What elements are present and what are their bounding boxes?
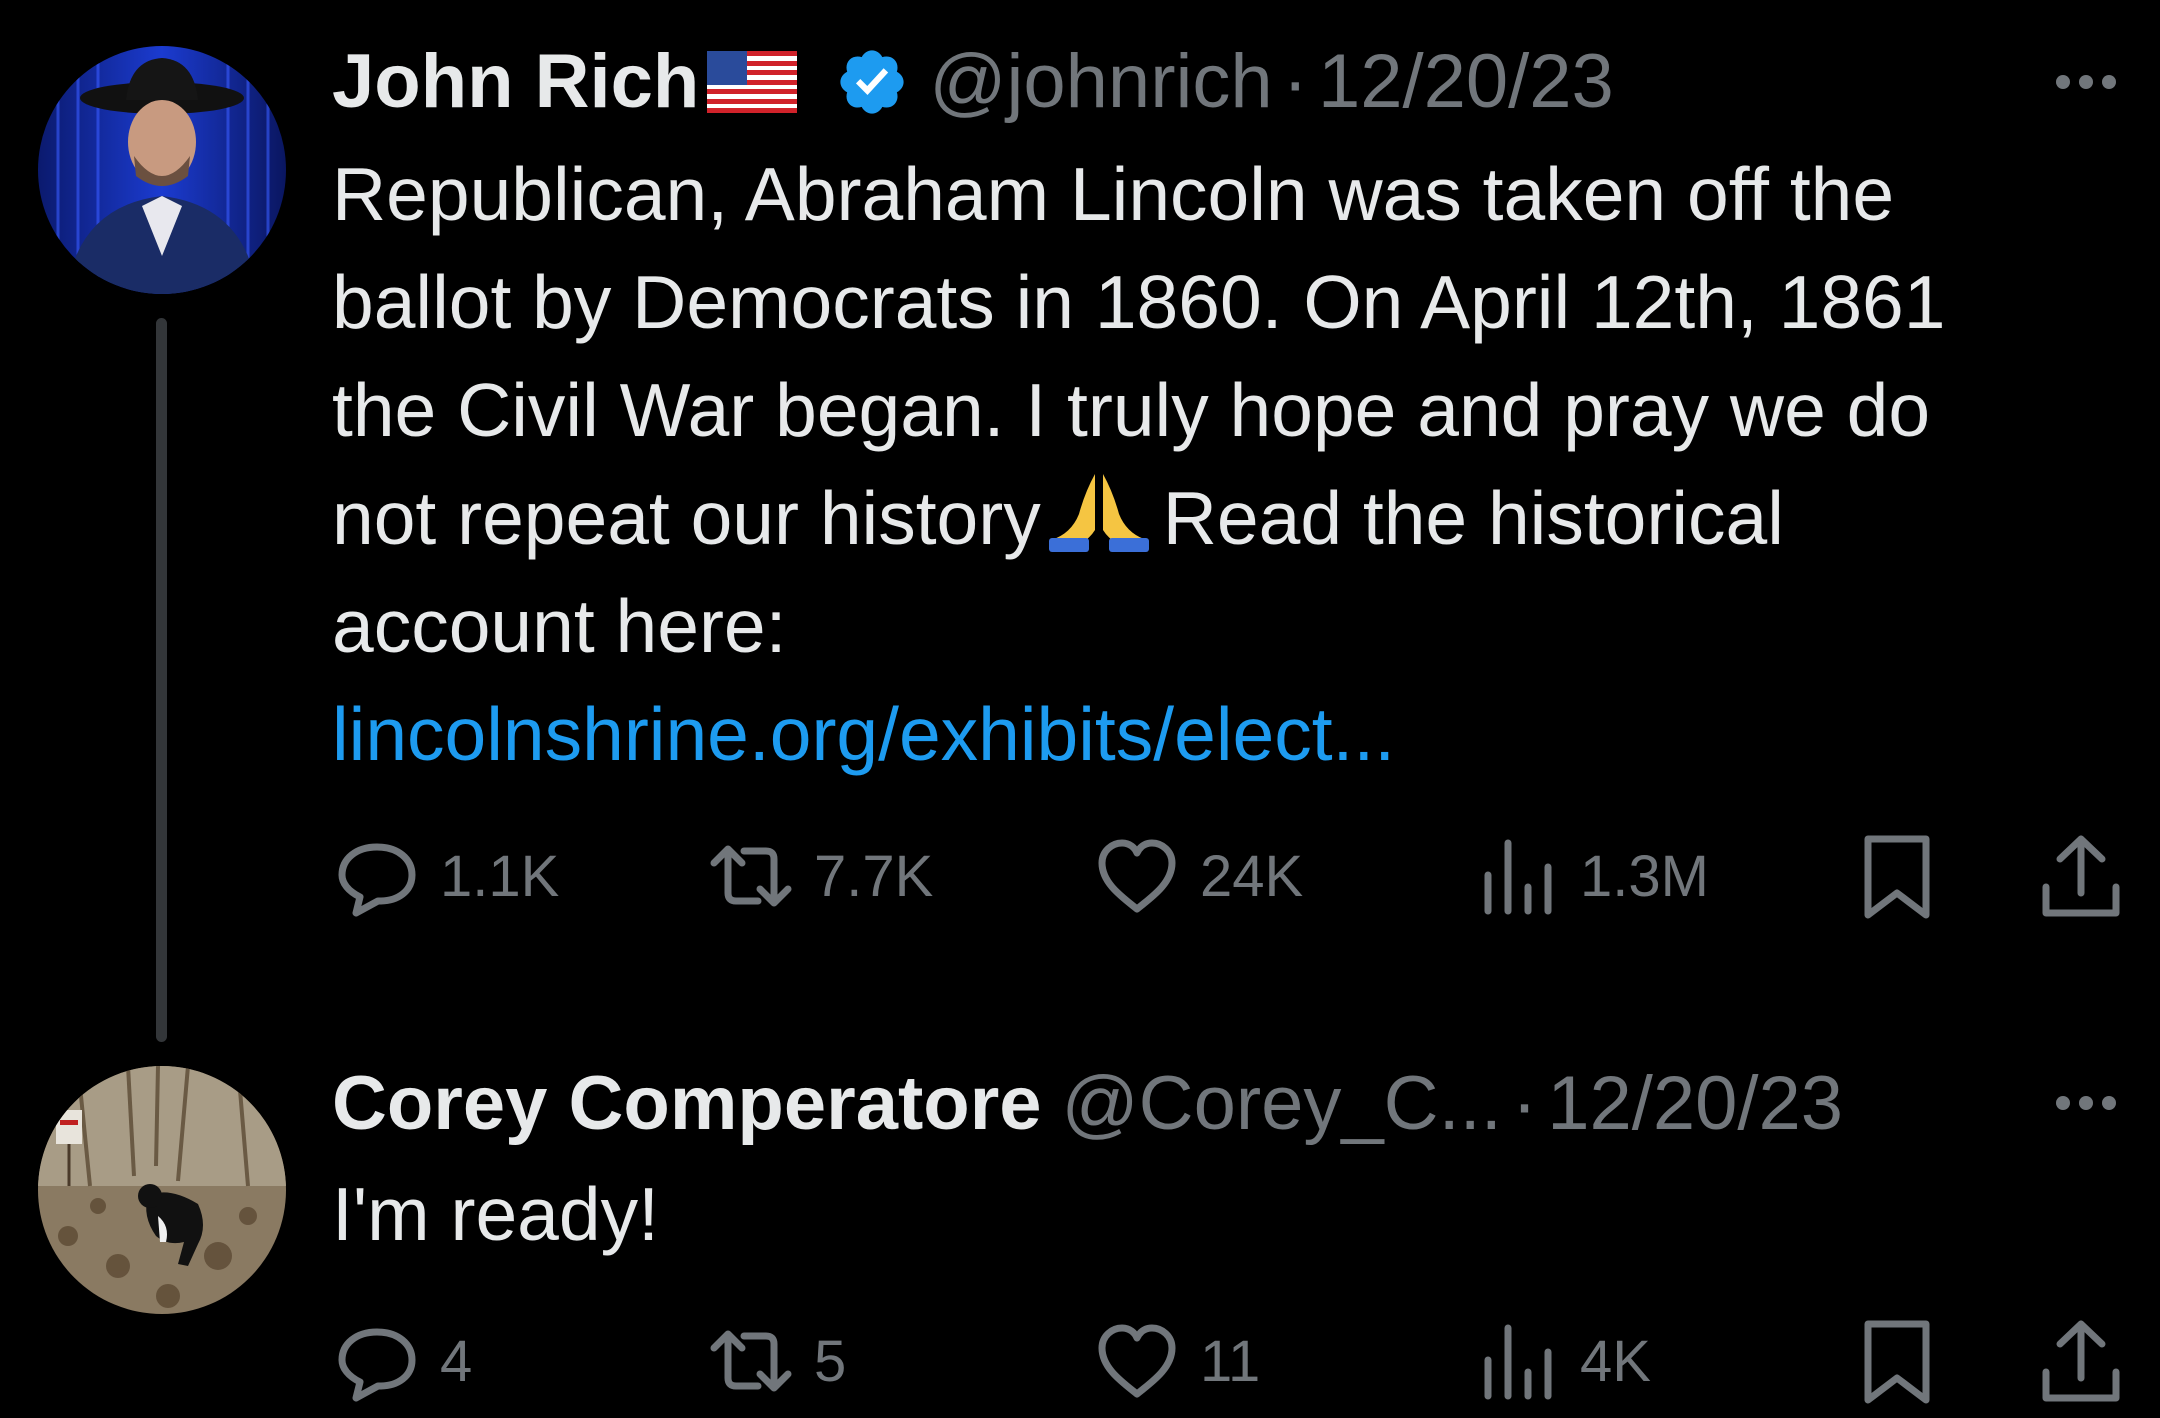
reply-icon bbox=[338, 1328, 416, 1402]
author-name[interactable]: John Rich bbox=[332, 44, 699, 120]
views-icon bbox=[1484, 1324, 1552, 1400]
views-button[interactable]: 1.3M bbox=[1472, 831, 1709, 921]
share-button[interactable] bbox=[2036, 831, 2126, 921]
repost-icon bbox=[710, 845, 792, 907]
tweet-actions: 1.1K 7.7K 24K 1.3M bbox=[332, 831, 2122, 921]
reply-count: 1.1K bbox=[440, 843, 560, 909]
avatar-photo bbox=[38, 46, 286, 294]
repost-count: 5 bbox=[814, 1328, 847, 1394]
bookmark-button[interactable] bbox=[1852, 831, 1942, 921]
reply-button[interactable]: 1.1K bbox=[332, 831, 559, 921]
separator-dot: · bbox=[1511, 1061, 1538, 1146]
repost-button[interactable]: 5 bbox=[706, 1316, 846, 1406]
share-icon bbox=[2042, 835, 2120, 917]
tweet-date[interactable]: 12/20/23 bbox=[1547, 1066, 1843, 1142]
tweet-text-line: not repeat our history Read the historic… bbox=[332, 464, 2132, 572]
views-icon bbox=[1484, 839, 1552, 915]
tweet-text-line: account here: bbox=[332, 584, 787, 668]
bookmark-button[interactable] bbox=[1852, 1316, 1942, 1406]
us-flag-icon bbox=[707, 51, 798, 113]
tweet-text-fragment: Read the historical bbox=[1162, 476, 1784, 560]
like-icon bbox=[1098, 839, 1176, 913]
tweet-text-line: I'm ready! bbox=[332, 1172, 659, 1256]
tweet-text-fragment: not repeat our history bbox=[332, 476, 1041, 560]
author-handle[interactable]: @johnrich bbox=[929, 44, 1272, 120]
author-handle[interactable]: @Corey_C... bbox=[1062, 1066, 1502, 1142]
share-button[interactable] bbox=[2036, 1316, 2126, 1406]
praying-hands-icon bbox=[1048, 474, 1149, 552]
tweet-text-line: ballot by Democrats in 1860. On April 12… bbox=[332, 260, 1946, 344]
tweet-text: Republican, Abraham Lincoln was taken of… bbox=[332, 140, 2132, 788]
author-name[interactable]: Corey Comperatore bbox=[332, 1066, 1042, 1142]
separator-dot: · bbox=[1282, 39, 1308, 124]
tweet-link[interactable]: lincolnshrine.org/exhibits/elect... bbox=[332, 680, 2132, 788]
tweet-header: John Rich @johnrich · 12/20/23 bbox=[332, 44, 1614, 120]
avatar-john-rich[interactable] bbox=[38, 46, 286, 294]
bookmark-icon bbox=[1864, 1320, 1930, 1404]
tweet-date[interactable]: 12/20/23 bbox=[1318, 44, 1614, 120]
like-button[interactable]: 24K bbox=[1092, 831, 1303, 921]
like-count: 24K bbox=[1200, 843, 1304, 909]
tweet-text: I'm ready! bbox=[332, 1160, 2132, 1268]
like-icon bbox=[1098, 1324, 1176, 1398]
tweet-header: Corey Comperatore @Corey_C... · 12/20/23 bbox=[332, 1066, 1843, 1142]
tweet-text-line: the Civil War began. I truly hope and pr… bbox=[332, 368, 1931, 452]
repost-count: 7.7K bbox=[814, 843, 934, 909]
more-icon[interactable] bbox=[2056, 1096, 2116, 1110]
views-count: 4K bbox=[1580, 1328, 1651, 1394]
like-count: 11 bbox=[1200, 1328, 1261, 1394]
tweet-text-line: Republican, Abraham Lincoln was taken of… bbox=[332, 152, 1895, 236]
avatar-photo bbox=[38, 1066, 286, 1314]
more-icon[interactable] bbox=[2056, 75, 2116, 89]
views-button[interactable]: 4K bbox=[1472, 1316, 1651, 1406]
avatar-corey-comperatore[interactable] bbox=[38, 1066, 286, 1314]
reply-button[interactable]: 4 bbox=[332, 1316, 472, 1406]
thread-line bbox=[156, 318, 167, 1042]
reply-count: 4 bbox=[440, 1328, 473, 1394]
share-icon bbox=[2042, 1320, 2120, 1402]
repost-button[interactable]: 7.7K bbox=[706, 831, 933, 921]
tweet-actions: 4 5 11 4K bbox=[332, 1316, 2122, 1406]
verified-icon[interactable] bbox=[835, 45, 909, 119]
reply-icon bbox=[338, 843, 416, 917]
views-count: 1.3M bbox=[1580, 843, 1709, 909]
bookmark-icon bbox=[1864, 835, 1930, 919]
repost-icon bbox=[710, 1330, 792, 1392]
like-button[interactable]: 11 bbox=[1092, 1316, 1260, 1406]
